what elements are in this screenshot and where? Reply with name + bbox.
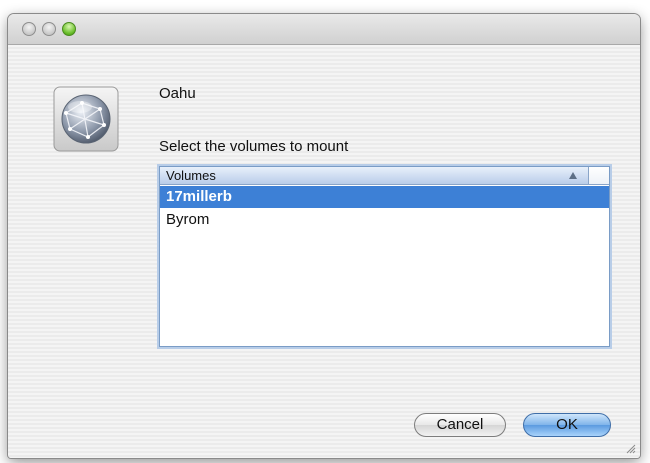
server-name: Oahu [159, 85, 196, 102]
volume-row-17millerb[interactable]: 17millerb [160, 186, 609, 208]
volume-row-byrom[interactable]: Byrom [160, 209, 609, 231]
volumes-column-header[interactable]: Volumes [160, 167, 609, 185]
minimize-button[interactable] [42, 22, 56, 36]
sort-ascending-icon [569, 172, 577, 179]
title-bar[interactable] [8, 14, 640, 45]
column-header-label: Volumes [166, 168, 216, 183]
screen: Oahu Select the volumes to mount Volumes… [0, 0, 650, 463]
close-button[interactable] [22, 22, 36, 36]
network-globe-icon [53, 86, 119, 152]
resize-grip-icon[interactable] [624, 442, 636, 454]
mount-volumes-dialog: Oahu Select the volumes to mount Volumes… [8, 14, 640, 458]
prompt-label: Select the volumes to mount [159, 138, 349, 155]
cancel-button[interactable]: Cancel [414, 413, 506, 437]
ok-button[interactable]: OK [523, 413, 611, 437]
volumes-list[interactable]: Volumes 17millerb Byrom [159, 166, 610, 347]
header-corner [589, 167, 609, 184]
zoom-button[interactable] [62, 22, 76, 36]
dialog-content: Oahu Select the volumes to mount Volumes… [8, 45, 640, 458]
